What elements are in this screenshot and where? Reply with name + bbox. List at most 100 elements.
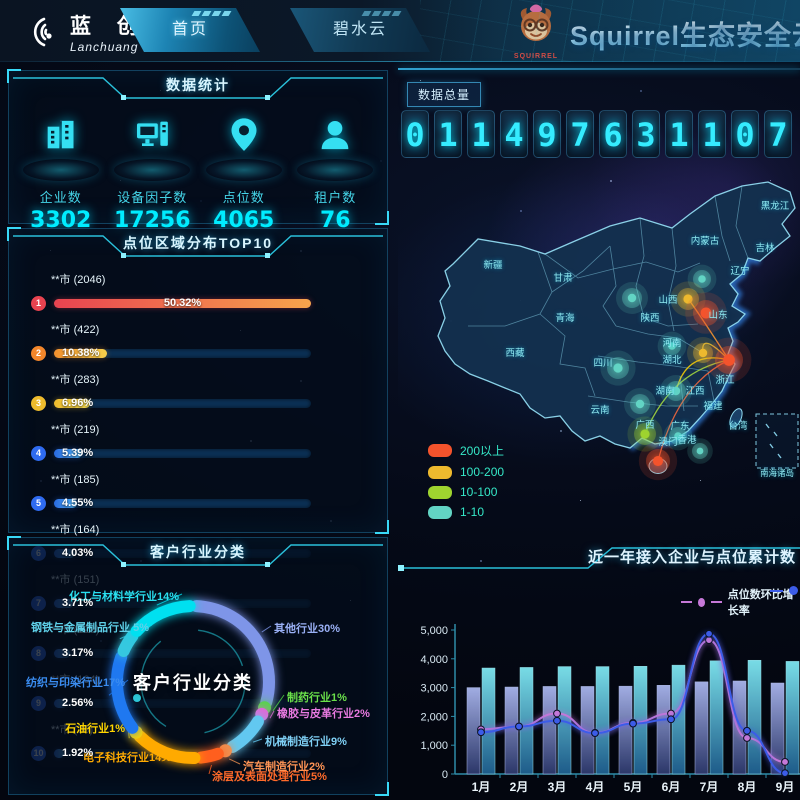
bar-track: 6.96% bbox=[54, 399, 311, 408]
top10-row: **市 (283) 3 6.96% bbox=[23, 367, 373, 417]
legend-label: 100-200 bbox=[460, 465, 504, 479]
bar-enterprise bbox=[619, 686, 632, 774]
line-dot bbox=[592, 730, 599, 737]
digit-cell: 9 bbox=[533, 110, 561, 158]
bar-points bbox=[786, 661, 799, 774]
legend-label: 200以上 bbox=[460, 442, 504, 459]
bar-enterprise bbox=[695, 682, 708, 774]
heat-core bbox=[697, 448, 704, 455]
x-tick-label: 8月 bbox=[738, 780, 757, 794]
bar-percent: 4.03% bbox=[62, 547, 93, 559]
y-tick-label: 2,000 bbox=[420, 711, 448, 723]
province-label: 新疆 bbox=[483, 259, 503, 271]
bar-enterprise bbox=[657, 685, 670, 774]
map-legend-item[interactable]: 1-10 bbox=[428, 505, 504, 519]
bar-enterprise bbox=[543, 686, 556, 774]
right-column-topline bbox=[398, 68, 800, 70]
digit-cell: 7 bbox=[764, 110, 792, 158]
stat-tenants: 租户数 76 bbox=[292, 111, 378, 233]
donut-center-label: 客户行业分类 bbox=[133, 669, 253, 695]
y-tick-label: 1,000 bbox=[420, 740, 448, 752]
label-leader-line bbox=[209, 765, 212, 774]
donut-segment bbox=[201, 754, 218, 758]
province-label: 河南 bbox=[662, 337, 681, 349]
y-tick-label: 0 bbox=[442, 769, 448, 781]
heat-core bbox=[628, 294, 636, 302]
line-dot bbox=[668, 716, 675, 723]
bar-enterprise bbox=[733, 681, 746, 774]
stat-label: 点位数 bbox=[201, 187, 287, 206]
label-leader-line bbox=[262, 626, 271, 632]
map-legend-item[interactable]: 10-100 bbox=[428, 485, 504, 499]
top10-panel: 点位区域分布TOP10 **市 (2046) 1 50.32% **市 (422… bbox=[8, 228, 388, 533]
tab-bishuiyun-label: 碧水云 bbox=[333, 21, 387, 38]
bar-percent: 4.55% bbox=[62, 497, 93, 509]
line-dot bbox=[782, 770, 789, 777]
icon-platform bbox=[23, 159, 99, 181]
header-divider bbox=[0, 61, 800, 62]
map-legend: 200以上 100-200 10-100 1-10 bbox=[428, 442, 504, 525]
tab-home-label: 首页 bbox=[172, 21, 208, 38]
map-legend-item[interactable]: 200以上 bbox=[428, 442, 504, 459]
tab-bishuiyun[interactable]: 碧水云 bbox=[290, 8, 430, 52]
line-dot bbox=[706, 630, 713, 637]
south-sea-inset bbox=[756, 414, 798, 468]
stat-label: 设备因子数 bbox=[109, 187, 195, 206]
donut-segment bbox=[117, 657, 132, 728]
digit-cell: 4 bbox=[500, 110, 528, 158]
stat-device-factors: 设备因子数 17256 bbox=[109, 111, 195, 233]
province-label: 甘肃 bbox=[553, 272, 572, 284]
digit-cell: 0 bbox=[731, 110, 759, 158]
trend-chart: 01,0002,0003,0004,0005,0001月2月3月4月5月6月7月… bbox=[398, 538, 800, 800]
tab-home[interactable]: 首页 bbox=[120, 8, 260, 52]
province-label: 澳门 bbox=[658, 436, 677, 448]
user-icon bbox=[315, 115, 355, 155]
heat-core bbox=[698, 275, 706, 283]
stat-points: 点位数 4065 bbox=[201, 111, 287, 233]
squirrel-icon bbox=[513, 4, 559, 48]
line-dot bbox=[744, 727, 751, 734]
line-dot bbox=[706, 637, 713, 644]
digit-cell: 7 bbox=[566, 110, 594, 158]
label-leader-line bbox=[270, 711, 274, 718]
digit-cell: 0 bbox=[401, 110, 429, 158]
x-tick-label: 3月 bbox=[548, 780, 567, 794]
province-label: 浙江 bbox=[715, 374, 735, 386]
line-dot bbox=[554, 717, 561, 724]
province-label: 福建 bbox=[703, 400, 723, 412]
province-label: 四川 bbox=[593, 358, 612, 369]
province-label: 内蒙古 bbox=[691, 235, 720, 247]
bar-percent: 5.39% bbox=[62, 447, 93, 459]
stat-label: 租户数 bbox=[292, 187, 378, 206]
map-legend-item[interactable]: 100-200 bbox=[428, 465, 504, 479]
province-label: 台湾 bbox=[728, 420, 748, 432]
province-label: 湖南 bbox=[655, 385, 674, 397]
y-tick-label: 3,000 bbox=[420, 683, 448, 695]
top10-row: **市 (185) 5 4.55% bbox=[23, 467, 373, 517]
bar-track: 4.55% bbox=[54, 499, 311, 508]
line-dot bbox=[782, 759, 789, 766]
line-dot bbox=[516, 723, 523, 730]
china-outline bbox=[438, 182, 795, 448]
tab-vents bbox=[193, 11, 230, 16]
x-tick-label: 6月 bbox=[662, 780, 681, 794]
x-tick-label: 9月 bbox=[776, 780, 795, 794]
icon-platform bbox=[114, 159, 190, 181]
heat-core bbox=[653, 456, 663, 466]
bar-points bbox=[596, 667, 609, 774]
donut-segment bbox=[137, 606, 190, 631]
top10-row: **市 (219) 4 5.39% bbox=[23, 417, 373, 467]
y-tick-label: 5,000 bbox=[420, 625, 448, 637]
trend-panel: 近一年接入企业与点位累计数 点位数环比增长率 bbox=[398, 538, 800, 800]
province-label: 江西 bbox=[685, 386, 704, 397]
icon-platform bbox=[297, 159, 373, 181]
y-tick-label: 4,000 bbox=[420, 654, 448, 666]
stats-row: 企业数 3302 设备因子数 17256 bbox=[9, 103, 387, 233]
data-total-badge: 数据总量 bbox=[407, 82, 481, 107]
stat-label: 企业数 bbox=[18, 187, 104, 206]
x-tick-label: 5月 bbox=[624, 780, 643, 794]
donut-segment bbox=[140, 736, 195, 758]
province-label: 湖北 bbox=[662, 355, 682, 366]
line-dot bbox=[630, 720, 637, 727]
device-icon bbox=[132, 115, 172, 155]
